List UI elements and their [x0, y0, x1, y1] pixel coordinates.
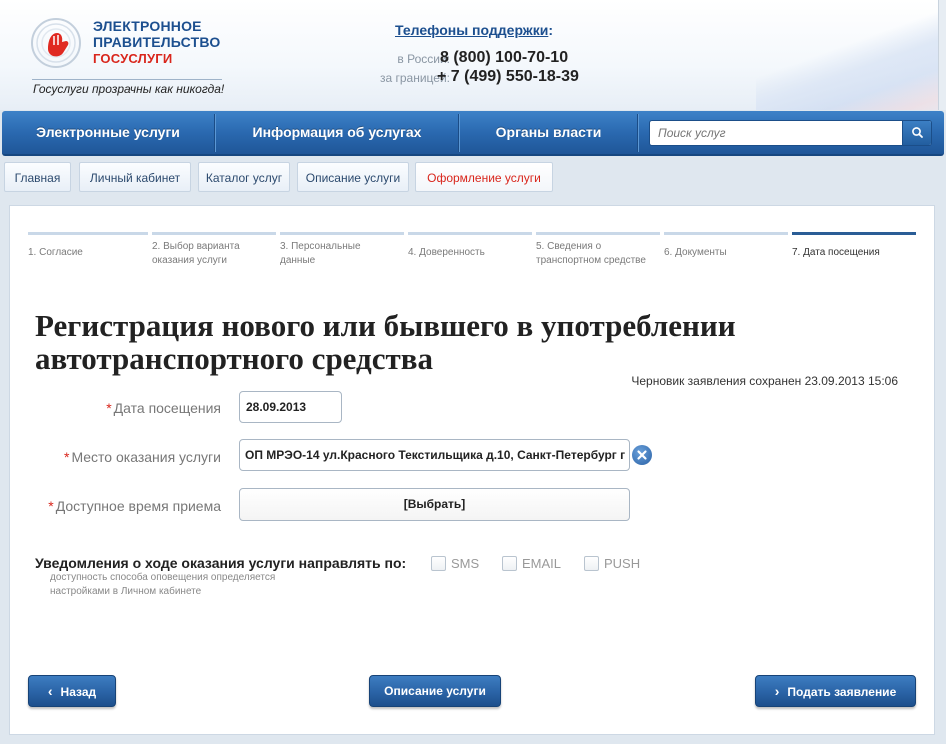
notification-hint-line: настройками в Личном кабинете	[50, 586, 202, 597]
step-label: 1. Согласие	[28, 247, 83, 258]
notify-email-checkbox[interactable]: EMAIL	[502, 556, 561, 574]
site-header: ЭЛЕКТРОННОЕ ПРАВИТЕЛЬСТВО ГОСУСЛУГИ Госу…	[0, 0, 946, 110]
clear-place-button[interactable]	[632, 445, 652, 465]
submit-button-label: Подать заявление	[787, 685, 897, 699]
nav-electronic-services[interactable]: Электронные услуги	[2, 111, 214, 154]
service-place-label-text: Место оказания услуги	[71, 449, 221, 465]
wizard-step[interactable]: 4. Доверенность	[408, 232, 532, 282]
visit-date-label-text: Дата посещения	[113, 400, 221, 416]
notification-title: Уведомления о ходе оказания услуги напра…	[35, 555, 407, 571]
logo-divider	[32, 79, 222, 80]
logo-text-line2: ПРАВИТЕЛЬСТВО	[93, 34, 221, 50]
main-navigation: Электронные услуги Информация об услугах…	[2, 111, 944, 156]
step-indicator	[28, 232, 148, 235]
service-place-field[interactable]: ОП МРЭО-14 ул.Красного Текстильщика д.10…	[239, 439, 630, 471]
step-indicator	[792, 232, 916, 235]
service-place-label: * Место оказания услуги	[64, 449, 221, 465]
search-button[interactable]	[902, 121, 931, 145]
step-label: 4. Доверенность	[408, 247, 485, 258]
step-indicator	[152, 232, 276, 235]
breadcrumb-service-application: Оформление услуги	[415, 162, 553, 192]
notification-hint: доступность способа оповещения определяе…	[50, 571, 350, 599]
step-indicator	[664, 232, 788, 235]
wizard-step[interactable]: 2. Выбор варианта оказания услуги	[152, 232, 276, 282]
required-marker: *	[106, 400, 112, 416]
logo-slogan: Госуслуги прозрачны как никогда!	[33, 82, 225, 96]
visit-date-label: * Дата посещения	[106, 400, 221, 416]
wizard-step[interactable]: 1. Согласие	[28, 232, 148, 282]
service-description-button[interactable]: Описание услуги	[369, 675, 501, 707]
step-label: 2. Выбор варианта оказания услуги	[152, 241, 240, 266]
back-button-label: Назад	[60, 685, 97, 699]
step-label: 3. Персональные данные	[280, 241, 361, 266]
breadcrumb-catalog[interactable]: Каталог услуг	[198, 162, 290, 192]
header-decoration	[756, 0, 946, 110]
search-box	[649, 120, 932, 146]
wizard-steps: 1. Согласие 2. Выбор варианта оказания у…	[28, 232, 918, 282]
logo-text-line1: ЭЛЕКТРОННОЕ	[93, 18, 202, 34]
visit-date-field[interactable]: 28.09.2013	[239, 391, 342, 423]
support-phones: Телефоны поддержки: в России: 8 (800) 10…	[340, 22, 600, 92]
checkbox-box[interactable]	[584, 556, 599, 571]
required-marker: *	[63, 449, 70, 465]
breadcrumb-personal-account[interactable]: Личный кабинет	[79, 162, 191, 192]
breadcrumb-home[interactable]: Главная	[4, 162, 71, 192]
notify-push-checkbox[interactable]: PUSH	[584, 556, 640, 574]
step-indicator	[280, 232, 404, 235]
notify-sms-checkbox[interactable]: SMS	[431, 556, 479, 574]
nav-separator	[637, 114, 639, 152]
support-number-abroad: + 7 (499) 550-18-39	[437, 68, 579, 85]
wizard-step[interactable]: 6. Документы	[664, 232, 788, 282]
required-marker: *	[48, 498, 54, 514]
checkbox-label: SMS	[451, 556, 480, 571]
support-title-link[interactable]: Телефоны поддержки	[395, 22, 548, 38]
page-title: Регистрация нового или бывшего в употреб…	[35, 308, 736, 376]
nav-service-info[interactable]: Информация об услугах	[216, 111, 458, 154]
site-logo[interactable]: ЭЛЕКТРОННОЕ ПРАВИТЕЛЬСТВО ГОСУСЛУГИ Госу…	[30, 12, 230, 100]
back-button[interactable]: ‹ Назад	[28, 675, 116, 707]
step-indicator	[536, 232, 660, 235]
chevron-right-icon: ›	[774, 683, 780, 699]
nav-authorities[interactable]: Органы власти	[460, 111, 637, 154]
checkbox-label: EMAIL	[522, 556, 562, 571]
step-label: 7. Дата посещения	[792, 247, 880, 258]
support-title: Телефоны поддержки:	[395, 22, 553, 38]
notification-hint-line: доступность способа оповещения определяе…	[50, 572, 276, 583]
step-label: 5. Сведения о транспортном средстве	[536, 241, 646, 266]
wizard-step[interactable]: 5. Сведения о транспортном средстве	[536, 232, 660, 282]
step-label: 6. Документы	[664, 247, 727, 258]
wizard-step-current: 7. Дата посещения	[792, 232, 916, 282]
submit-application-button[interactable]: › Подать заявление	[755, 675, 916, 707]
wizard-step[interactable]: 3. Персональные данные	[280, 232, 404, 282]
support-title-colon: :	[548, 22, 554, 38]
logo-text-line3: ГОСУСЛУГИ	[93, 51, 173, 66]
chevron-left-icon: ‹	[47, 683, 53, 699]
breadcrumb-service-description[interactable]: Описание услуги	[297, 162, 409, 192]
gosuslugi-emblem-icon	[31, 18, 81, 68]
checkbox-box[interactable]	[502, 556, 517, 571]
window-scrollbar[interactable]	[938, 0, 946, 110]
draft-saved-note: Черновик заявления сохранен 23.09.2013 1…	[631, 374, 898, 388]
search-icon	[912, 127, 923, 138]
checkbox-label: PUSH	[604, 556, 641, 571]
available-time-label-text: Доступное время приема	[55, 498, 221, 514]
select-time-button[interactable]: [Выбрать]	[239, 488, 630, 521]
checkbox-box[interactable]	[431, 556, 446, 571]
search-input[interactable]	[650, 121, 902, 145]
available-time-label: * Доступное время приема	[48, 498, 221, 514]
step-indicator	[408, 232, 532, 235]
close-icon	[637, 450, 647, 460]
application-form-panel: 1. Согласие 2. Выбор варианта оказания у…	[9, 205, 935, 735]
support-number-russia: 8 (800) 100-70-10	[440, 49, 569, 66]
